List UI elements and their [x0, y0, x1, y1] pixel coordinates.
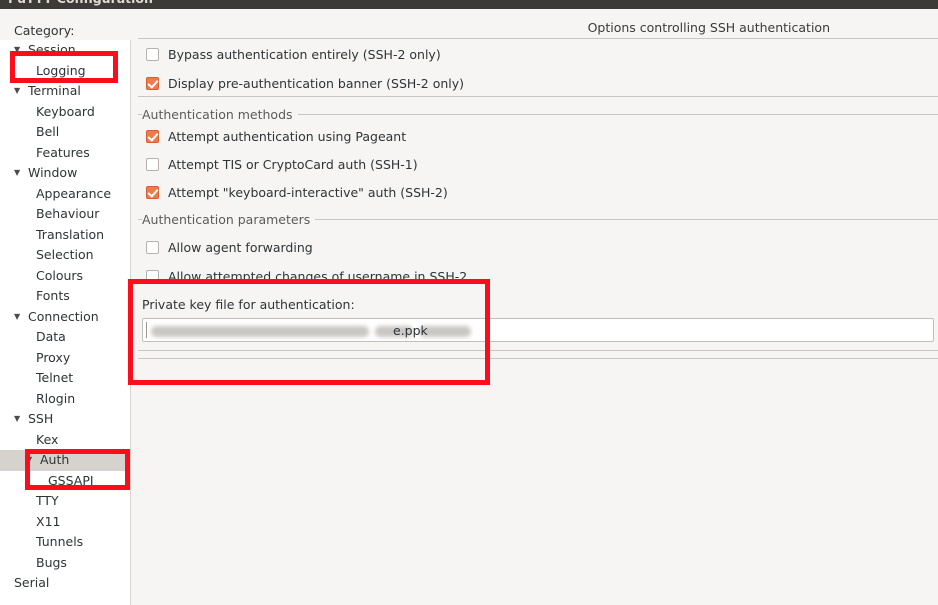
- sidebar-item-colours[interactable]: Colours: [0, 266, 130, 287]
- top-group-top-rule: [138, 38, 938, 39]
- sidebar-item-bell[interactable]: Bell: [0, 122, 130, 143]
- checkbox-label: Bypass authentication entirely (SSH-2 on…: [168, 47, 441, 62]
- category-label: Category:: [14, 23, 74, 38]
- category-label-prefix: Cate: [14, 23, 43, 38]
- sidebar-item-label: Rlogin: [36, 390, 76, 406]
- sidebar-item-label: Data: [36, 329, 66, 344]
- sidebar-item-tty[interactable]: TTY: [0, 491, 130, 512]
- checkbox-checked-icon[interactable]: [146, 130, 159, 143]
- sidebar-item-label: Connection: [28, 308, 99, 324]
- tree-expander-icon[interactable]: ▼: [26, 450, 37, 471]
- category-tree[interactable]: ▼ Session Logging ▼ Terminal Keyboard Bell Feat…: [0, 40, 131, 605]
- private-key-file-input[interactable]: e.ppk: [142, 318, 934, 342]
- checkbox-label: Allow agent forwarding: [168, 240, 313, 255]
- methods-group-title: Authentication methods: [142, 107, 298, 122]
- sidebar-item-connection[interactable]: ▼ Connection: [0, 307, 130, 328]
- sidebar-item-serial[interactable]: Serial: [0, 573, 130, 594]
- checkbox-label: Attempt authentication using Pageant: [168, 129, 407, 144]
- sidebar-item-session[interactable]: ▼ Session: [0, 40, 130, 61]
- checkbox-label: Attempt TIS or CryptoCard auth (SSH-1): [168, 157, 418, 172]
- sidebar-item-selection[interactable]: Selection: [0, 245, 130, 266]
- tree-expander-icon[interactable]: ▼: [14, 409, 25, 430]
- sidebar-item-x11[interactable]: X11: [0, 512, 130, 533]
- checkbox-unchecked-icon[interactable]: [146, 270, 159, 283]
- sidebar-item-label: Keyboard: [36, 103, 95, 119]
- sidebar-item-translation[interactable]: Translation: [0, 225, 130, 246]
- window-title: PuTTY Configuration: [8, 0, 153, 6]
- sidebar-item-label: Bugs: [36, 554, 67, 570]
- sidebar-item-label: Appearance: [36, 185, 112, 201]
- sidebar-item-label: Features: [36, 144, 90, 160]
- checkbox-checked-icon[interactable]: [146, 186, 159, 199]
- sidebar-item-label: Bell: [36, 124, 60, 139]
- sidebar-item-label: Proxy: [36, 349, 71, 365]
- sidebar-item-data[interactable]: Data: [0, 327, 130, 348]
- sidebar-item-label: Colours: [36, 267, 84, 283]
- sidebar-item-gssapi[interactable]: GSSAPI: [0, 471, 130, 492]
- sidebar-item-label: GSSAPI: [48, 472, 94, 488]
- tree-expander-icon[interactable]: ▼: [14, 163, 25, 184]
- top-group-bottom-rule: [138, 96, 938, 97]
- window-titlebar: PuTTY Configuration: [0, 0, 938, 9]
- private-key-file-value: e.ppk: [393, 323, 428, 338]
- sidebar-item-fonts[interactable]: Fonts: [0, 286, 130, 307]
- sidebar-item-label: X11: [36, 513, 61, 529]
- sidebar-item-label: Logging: [36, 62, 86, 78]
- sidebar-item-label: Fonts: [36, 288, 70, 303]
- sidebar-item-window[interactable]: ▼ Window: [0, 163, 130, 184]
- parameters-group-title: Authentication parameters: [142, 212, 316, 227]
- sidebar-item-rlogin[interactable]: Rlogin: [0, 389, 130, 410]
- panel-heading: Options controlling SSH authentication: [587, 20, 830, 35]
- sidebar-item-label: Telnet: [36, 370, 74, 385]
- checkbox-unchecked-icon[interactable]: [146, 241, 159, 254]
- sidebar-item-label: Terminal: [28, 83, 81, 98]
- sidebar-item-ssh[interactable]: ▼ SSH: [0, 409, 130, 430]
- sidebar-item-tunnels[interactable]: Tunnels: [0, 532, 130, 553]
- panel-bottom-rule: [138, 358, 938, 359]
- sidebar-item-label: SSH: [28, 411, 54, 426]
- sidebar-item-logging[interactable]: Logging: [0, 61, 130, 82]
- sidebar-item-appearance[interactable]: Appearance: [0, 184, 130, 205]
- sidebar-item-label: Selection: [36, 247, 94, 262]
- sidebar-item-label: Serial: [14, 575, 50, 590]
- checkbox-label: Allow attempted changes of username in S…: [168, 269, 468, 284]
- redacted-path-blur: [151, 326, 369, 337]
- parameters-group-bottom-rule: [138, 350, 938, 351]
- tree-expander-icon[interactable]: ▼: [14, 307, 25, 328]
- sidebar-item-label: Tunnels: [36, 534, 84, 549]
- tree-expander-icon[interactable]: ▼: [14, 40, 25, 61]
- sidebar-item-bugs[interactable]: Bugs: [0, 553, 130, 574]
- sidebar-item-label: Translation: [36, 226, 105, 242]
- sidebar-item-label: Session: [28, 42, 76, 57]
- category-label-suffix: ory:: [50, 23, 75, 38]
- sidebar-item-label: Behaviour: [36, 206, 100, 221]
- checkbox-unchecked-icon[interactable]: [146, 158, 159, 171]
- sidebar-item-behaviour[interactable]: Behaviour: [0, 204, 130, 225]
- sidebar-item-label: Window: [28, 165, 78, 180]
- sidebar-item-proxy[interactable]: Proxy: [0, 348, 130, 369]
- text-caret: [146, 322, 147, 338]
- tree-expander-icon[interactable]: ▼: [14, 81, 25, 102]
- sidebar-item-keyboard[interactable]: Keyboard: [0, 102, 130, 123]
- sidebar-item-features[interactable]: Features: [0, 143, 130, 164]
- sidebar-item-label: Auth: [40, 452, 70, 467]
- sidebar-item-auth[interactable]: ▼ Auth: [0, 450, 130, 471]
- private-key-file-label: Private key file for authentication:: [142, 297, 355, 312]
- sidebar-item-label: TTY: [36, 493, 59, 508]
- options-panel: Options controlling SSH authentication B…: [131, 9, 938, 605]
- checkbox-checked-icon[interactable]: [146, 77, 159, 90]
- sidebar-item-telnet[interactable]: Telnet: [0, 368, 130, 389]
- sidebar-item-kex[interactable]: Kex: [0, 430, 130, 451]
- checkbox-label: Display pre-authentication banner (SSH-2…: [168, 76, 465, 91]
- putty-configuration-dialog: Category: ▼ Session Logging ▼ Terminal Keyboa…: [0, 9, 938, 605]
- checkbox-label: Attempt "keyboard-interactive" auth (SSH…: [168, 185, 448, 200]
- checkbox-unchecked-icon[interactable]: [146, 48, 159, 61]
- sidebar-item-terminal[interactable]: ▼ Terminal: [0, 81, 130, 102]
- category-label-mnemonic: g: [42, 23, 51, 38]
- sidebar-item-label: Kex: [36, 431, 59, 447]
